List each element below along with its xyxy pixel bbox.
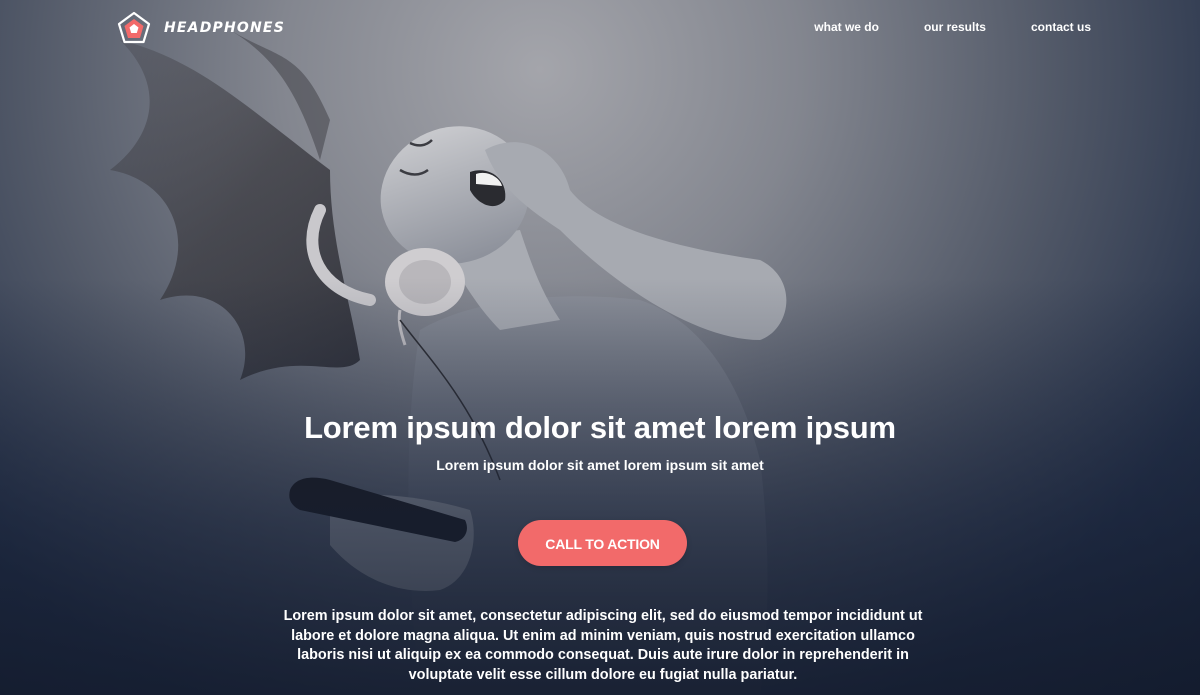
main-nav: what we do our results contact us bbox=[814, 20, 1091, 34]
site-header: HEADPHONES what we do our results contac… bbox=[0, 0, 1200, 56]
hero-body-text: Lorem ipsum dolor sit amet, consectetur … bbox=[283, 608, 923, 683]
nav-item-contact-us[interactable]: contact us bbox=[1031, 20, 1091, 34]
landing-page: HEADPHONES what we do our results contac… bbox=[0, 0, 1200, 695]
brand-name: HEADPHONES bbox=[164, 20, 285, 36]
nav-item-our-results[interactable]: our results bbox=[924, 20, 986, 34]
pentagon-logo-icon bbox=[117, 11, 151, 44]
brand-logo[interactable]: HEADPHONES bbox=[117, 11, 285, 45]
hero-subtitle: Lorem ipsum dolor sit amet lorem ipsum s… bbox=[436, 457, 764, 473]
nav-item-what-we-do[interactable]: what we do bbox=[814, 20, 879, 34]
call-to-action-button[interactable]: CALL TO ACTION bbox=[518, 520, 687, 566]
hero-title: Lorem ipsum dolor sit amet lorem ipsum bbox=[304, 410, 896, 445]
hero-overlay bbox=[0, 0, 1200, 695]
